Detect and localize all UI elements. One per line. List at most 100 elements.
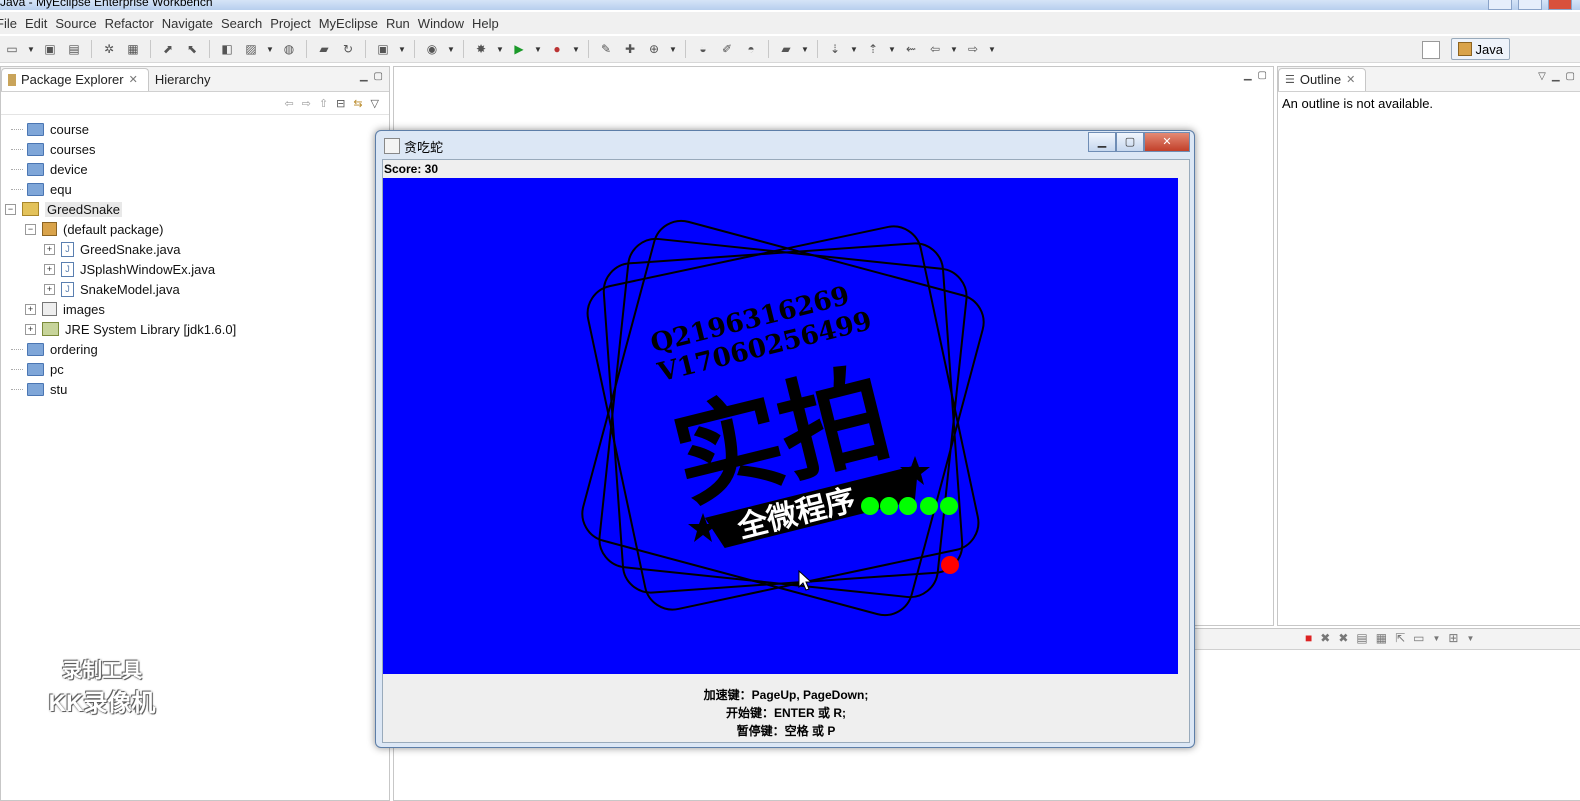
close-icon[interactable]: ✕ <box>1346 73 1355 86</box>
menu-search[interactable]: Search <box>221 16 270 31</box>
open-type-icon[interactable]: ◒ <box>694 40 712 58</box>
open-perspective-icon[interactable] <box>1422 41 1440 59</box>
menu-myeclipse[interactable]: MyEclipse <box>319 16 386 31</box>
view-menu-icon[interactable]: ▽ <box>371 97 379 110</box>
terminate-icon[interactable]: ■ <box>1305 631 1312 645</box>
open-console-icon[interactable]: ⊞ <box>1448 631 1458 645</box>
close-button[interactable] <box>1548 0 1572 10</box>
pin-console-icon[interactable]: ⇱ <box>1395 631 1405 645</box>
folder-icon[interactable]: ▰ <box>777 40 795 58</box>
wizard-icon[interactable]: ◧ <box>218 40 236 58</box>
menu-help[interactable]: Help <box>472 16 507 31</box>
chevron-down-icon[interactable]: ▼ <box>266 40 274 58</box>
tree-item-stu[interactable]: stu <box>1 379 389 399</box>
menu-source[interactable]: Source <box>55 16 104 31</box>
view-menu-icon[interactable]: ▽ <box>1538 71 1546 82</box>
run-icon[interactable]: ▶ <box>510 40 528 58</box>
snake-game-window[interactable]: 贪吃蛇 ▁ ▢ ✕ Score: 30 Q2196316269 V1706025… <box>375 130 1195 748</box>
tree-item-courses[interactable]: courses <box>1 139 389 159</box>
print-icon[interactable]: ▤ <box>65 40 83 58</box>
menu-window[interactable]: Window <box>418 16 472 31</box>
menu-run[interactable]: Run <box>386 16 418 31</box>
forward-icon[interactable]: ⇨ <box>302 97 311 110</box>
new-class-icon[interactable]: ✎ <box>597 40 615 58</box>
minimize-button[interactable]: ▁ <box>1088 132 1116 152</box>
tree-item-pc[interactable]: pc <box>1 359 389 379</box>
expand-icon[interactable]: + <box>44 243 55 255</box>
browser-icon[interactable]: ◉ <box>423 40 441 58</box>
maximize-button[interactable]: ▢ <box>1116 132 1144 152</box>
up-icon[interactable]: ⇧ <box>319 97 328 110</box>
link-with-editor-icon[interactable]: ⇆ <box>353 97 362 110</box>
menu-file[interactable]: File <box>0 16 25 31</box>
close-button[interactable]: ✕ <box>1144 132 1190 152</box>
maximize-icon[interactable]: ▢ <box>1258 70 1267 81</box>
compile-icon[interactable]: ▦ <box>124 40 142 58</box>
chevron-down-icon[interactable]: ▼ <box>447 40 455 58</box>
new-package-icon[interactable]: ✚ <box>621 40 639 58</box>
word-wrap-icon[interactable]: ▦ <box>1376 631 1387 645</box>
globe-icon[interactable]: ◍ <box>280 40 298 58</box>
minimize-icon[interactable]: ▁ <box>1244 70 1252 81</box>
chevron-down-icon[interactable]: ▼ <box>534 40 542 58</box>
chevron-down-icon[interactable]: ▼ <box>850 40 858 58</box>
chevron-down-icon[interactable]: ▼ <box>888 40 896 58</box>
tree-item-greedsnake-java[interactable]: + J GreedSnake.java <box>1 239 389 259</box>
chevron-down-icon[interactable]: ▼ <box>27 40 35 58</box>
minimize-icon[interactable]: ▁ <box>1552 71 1560 82</box>
collapse-icon[interactable]: − <box>25 223 36 235</box>
maximize-button[interactable] <box>1518 0 1542 10</box>
game-titlebar[interactable]: 贪吃蛇 ▁ ▢ ✕ <box>376 131 1194 157</box>
new-java-icon[interactable]: ⊕ <box>645 40 663 58</box>
tree-item-jsplashwindowex-java[interactable]: + J JSplashWindowEx.java <box>1 259 389 279</box>
close-icon[interactable]: ✕ <box>129 73 138 86</box>
menu-refactor[interactable]: Refactor <box>105 16 162 31</box>
remove-launch-icon[interactable]: ✖ <box>1320 631 1330 645</box>
next-annotation-icon[interactable]: ⇣ <box>826 40 844 58</box>
chevron-down-icon[interactable]: ▼ <box>1466 634 1474 643</box>
chevron-down-icon[interactable]: ▼ <box>572 40 580 58</box>
tab-hierarchy[interactable]: Hierarchy <box>149 69 221 91</box>
collapse-icon[interactable]: − <box>5 203 16 215</box>
tab-package-explorer[interactable]: Package Explorer ✕ <box>1 68 149 91</box>
tree-item-greedsnake[interactable]: − GreedSnake <box>1 199 389 219</box>
game-board[interactable]: Q2196316269 V17060256499 实拍 全微程序 <box>383 178 1178 674</box>
menu-navigate[interactable]: Navigate <box>162 16 221 31</box>
tree-item-images[interactable]: + images <box>1 299 389 319</box>
tree-item-ordering[interactable]: ordering <box>1 339 389 359</box>
tree-item-course[interactable]: course <box>1 119 389 139</box>
scroll-lock-icon[interactable]: ▤ <box>1356 631 1367 645</box>
perspective-java[interactable]: Java <box>1450 38 1510 60</box>
build-icon[interactable]: ✲ <box>100 40 118 58</box>
remove-all-icon[interactable]: ✖ <box>1338 631 1348 645</box>
save-icon[interactable]: ▣ <box>41 40 59 58</box>
server-icon[interactable]: ⬉ <box>183 40 201 58</box>
refresh-icon[interactable]: ↻ <box>339 40 357 58</box>
back-icon[interactable]: ⇦ <box>284 97 293 110</box>
new-icon[interactable]: ▭ <box>3 40 21 58</box>
tree-item-equ[interactable]: equ <box>1 179 389 199</box>
chevron-down-icon[interactable]: ▼ <box>950 40 958 58</box>
menu-project[interactable]: Project <box>270 16 318 31</box>
maximize-icon[interactable]: ▢ <box>374 71 383 82</box>
maximize-icon[interactable]: ▢ <box>1566 71 1575 82</box>
prev-annotation-icon[interactable]: ⇡ <box>864 40 882 58</box>
tree-item-jre-library[interactable]: + JRE System Library [jdk1.6.0] <box>1 319 389 339</box>
chevron-down-icon[interactable]: ▼ <box>1432 634 1440 643</box>
search-icon[interactable]: ✐ <box>718 40 736 58</box>
tree-item-snakemodel-java[interactable]: + J SnakeModel.java <box>1 279 389 299</box>
last-edit-icon[interactable]: ⇜ <box>902 40 920 58</box>
expand-icon[interactable]: + <box>25 303 36 315</box>
display-console-icon[interactable]: ▭ <box>1413 631 1424 645</box>
debug-icon[interactable]: ✸ <box>472 40 490 58</box>
image-icon[interactable]: ▣ <box>374 40 392 58</box>
back-icon[interactable]: ⇦ <box>926 40 944 58</box>
minimize-icon[interactable]: ▁ <box>360 71 368 82</box>
chevron-down-icon[interactable]: ▼ <box>496 40 504 58</box>
task-icon[interactable]: ◓ <box>742 40 760 58</box>
expand-icon[interactable]: + <box>44 263 55 275</box>
new-file-icon[interactable]: ▨ <box>242 40 260 58</box>
tree-item-default-package[interactable]: − (default package) <box>1 219 389 239</box>
tree-item-device[interactable]: device <box>1 159 389 179</box>
forward-icon[interactable]: ⇨ <box>964 40 982 58</box>
